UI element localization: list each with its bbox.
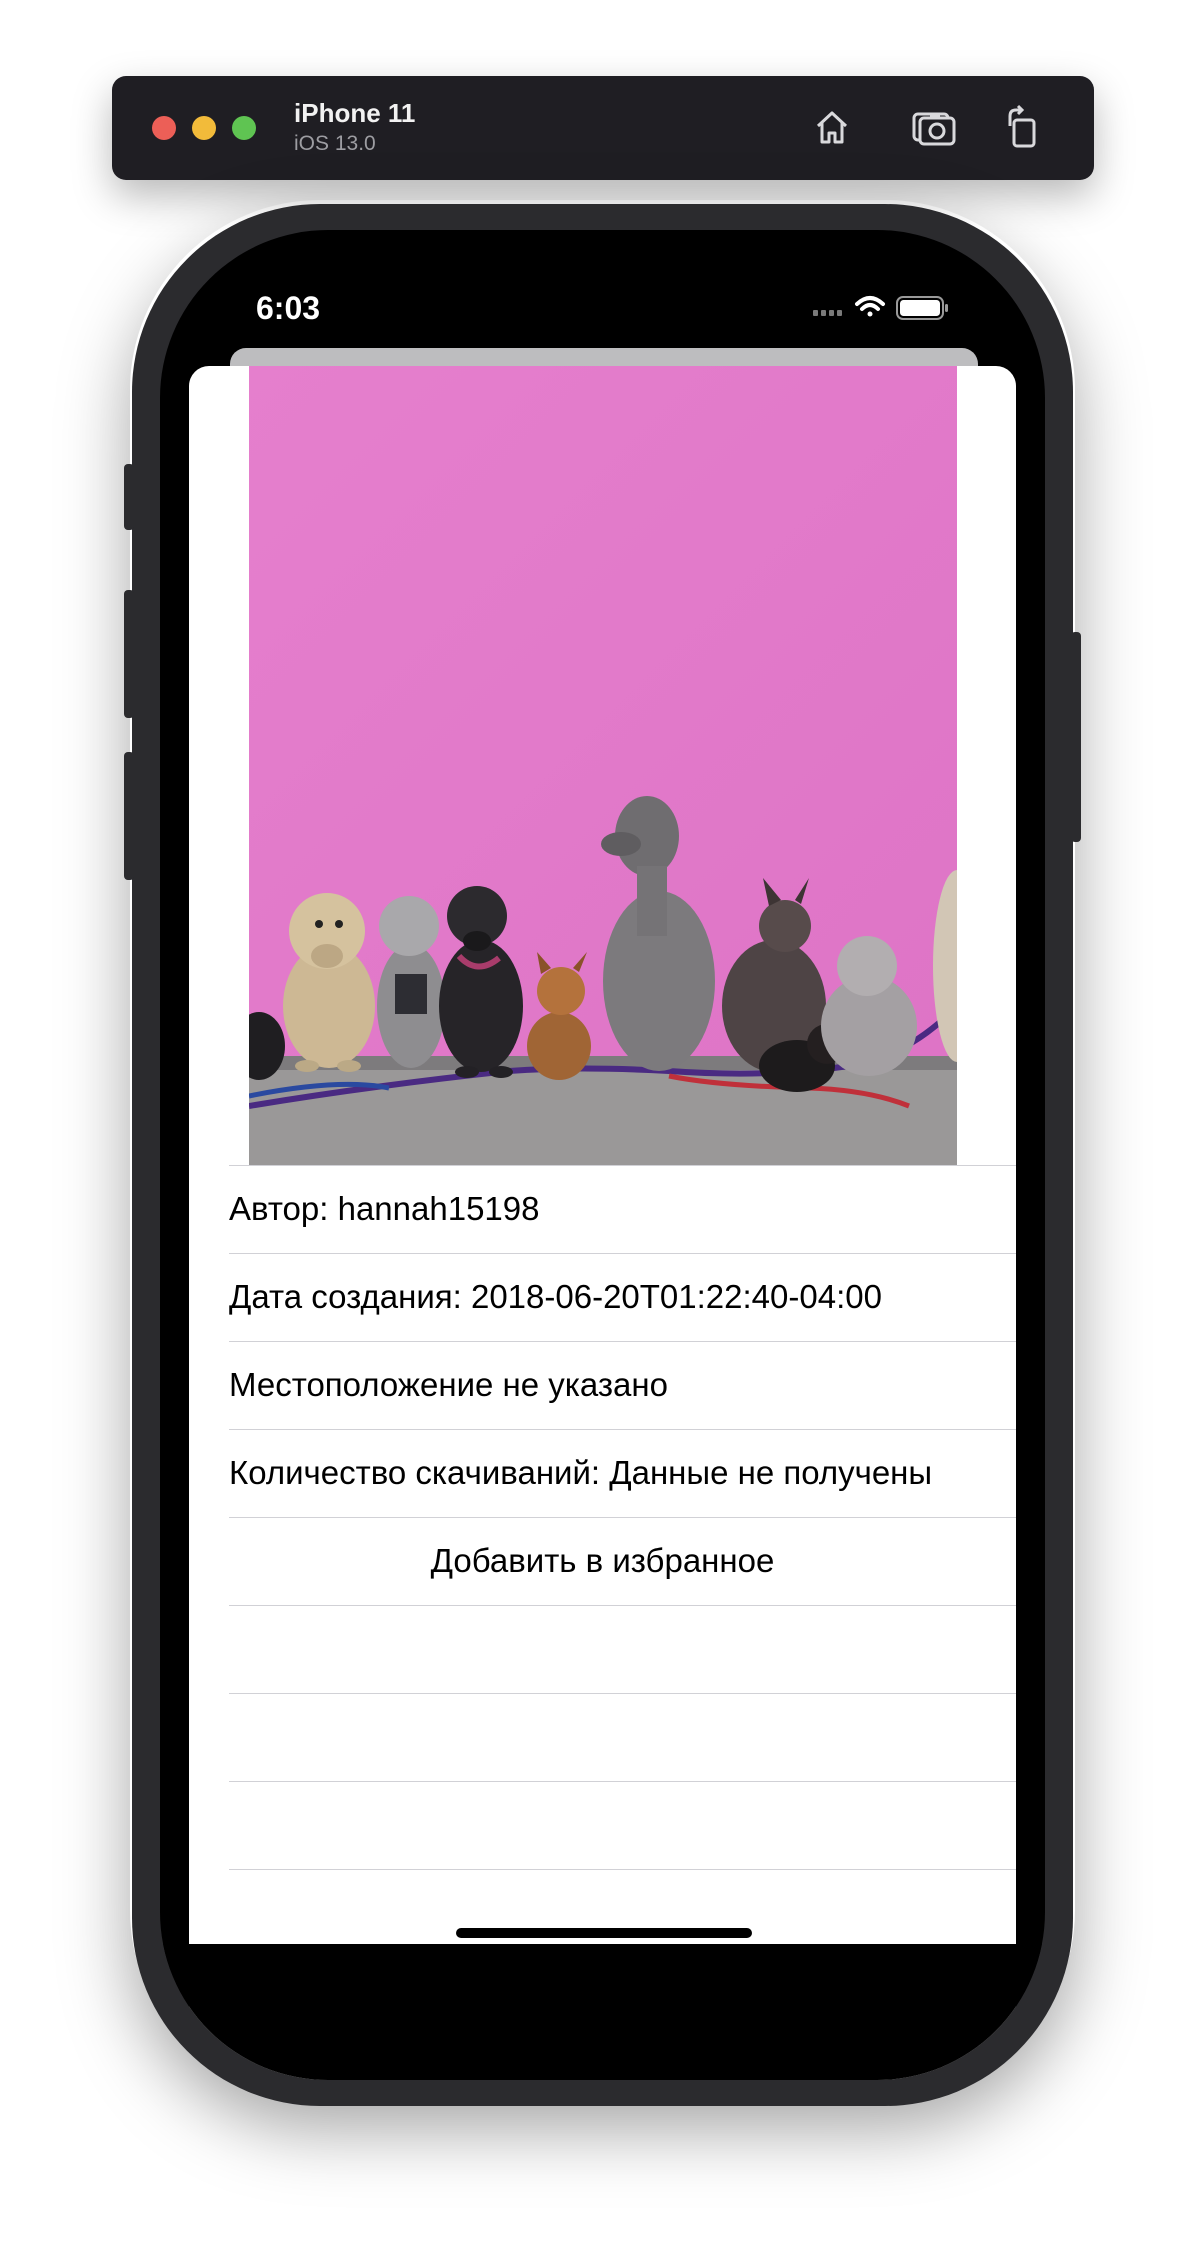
- battery-icon: [896, 296, 948, 320]
- volume-down-button: [124, 752, 134, 880]
- favorite-row[interactable]: Добавить в избранное: [229, 1518, 1016, 1606]
- empty-row: [229, 1782, 1016, 1870]
- author-label: Автор: hannah15198: [229, 1190, 540, 1227]
- empty-row: [229, 1606, 1016, 1694]
- author-row: Автор: hannah15198: [229, 1166, 1016, 1254]
- dogs-photo: [249, 366, 957, 1166]
- created-date-row: Дата создания: 2018-06-20T01:22:40-04:00: [229, 1254, 1016, 1342]
- mute-switch: [124, 464, 134, 530]
- add-to-favorites-button[interactable]: Добавить в избранное: [229, 1542, 976, 1580]
- close-window-button[interactable]: [152, 116, 176, 140]
- cellular-icon: [813, 310, 842, 316]
- device-name: iPhone 11: [294, 98, 416, 128]
- rotate-icon[interactable]: [1000, 104, 1048, 152]
- phone-screen: 6:03 Автор: hannah15198 Дата создания: 2…: [160, 230, 1045, 2080]
- screen-bottom-bezel: [160, 1944, 1045, 2080]
- simulator-title-bar: iPhone 11 iOS 13.0: [112, 76, 1094, 180]
- home-icon[interactable]: [808, 104, 856, 152]
- empty-row: [229, 1694, 1016, 1782]
- status-icons: [813, 292, 951, 322]
- downloads-label: Количество скачиваний: Данные не получен…: [229, 1454, 933, 1491]
- minimize-window-button[interactable]: [192, 116, 216, 140]
- location-label: Местоположение не указано: [229, 1366, 668, 1403]
- screenshot-icon[interactable]: [910, 104, 958, 152]
- downloads-row: Количество скачиваний: Данные не получен…: [229, 1430, 1016, 1518]
- created-date-label: Дата создания: 2018-06-20T01:22:40-04:00: [229, 1278, 882, 1315]
- os-version: iOS 13.0: [294, 132, 376, 155]
- wifi-icon: [855, 296, 885, 317]
- photo-detail-sheet: Автор: hannah15198 Дата создания: 2018-0…: [189, 366, 1016, 2080]
- zoom-window-button[interactable]: [232, 116, 256, 140]
- location-row: Местоположение не указано: [229, 1342, 1016, 1430]
- power-button: [1071, 632, 1081, 842]
- status-time: 6:03: [256, 290, 321, 326]
- volume-up-button: [124, 590, 134, 718]
- home-indicator[interactable]: [456, 1928, 752, 1938]
